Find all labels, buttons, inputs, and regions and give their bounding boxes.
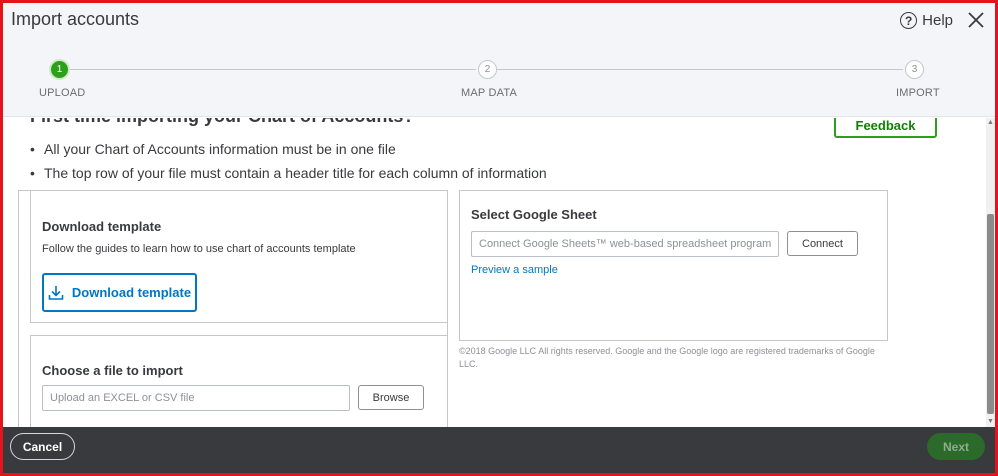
download-template-title: Download template [42,219,162,234]
browse-button[interactable]: Browse [358,385,424,410]
step-1-label: UPLOAD [39,87,86,99]
scrollbar-thumb[interactable] [987,214,994,414]
step-2-indicator: 2 [478,60,497,79]
download-template-card: Download template Follow the guides to l… [30,190,448,323]
progress-stepper: 1 UPLOAD 2 MAP DATA 3 IMPORT [3,43,995,117]
google-sheet-title: Select Google Sheet [471,207,597,222]
next-button[interactable]: Next [927,433,985,460]
cancel-button[interactable]: Cancel [10,433,75,460]
dialog-title: Import accounts [11,9,140,29]
instructions-list: All your Chart of Accounts information m… [30,140,547,188]
choose-file-title: Choose a file to import [42,363,183,378]
google-legal-notice: ©2018 Google LLC All rights reserved. Go… [459,346,875,369]
google-sheet-input[interactable] [471,231,779,257]
content-scrollbar[interactable]: ▲ ▼ [986,118,995,427]
download-icon [48,285,64,300]
upload-options-panel: Download template Follow the guides to l… [18,190,448,427]
dialog-header: Import accounts ? Help [3,3,995,43]
step-connector [70,69,476,70]
dialog-footer: Cancel Next [3,427,995,473]
page-heading: First time importing your Chart of Accou… [30,118,414,127]
choose-file-card: Choose a file to import Browse [30,335,448,427]
step-3-label: IMPORT [896,87,940,99]
step-3-indicator: 3 [905,60,924,79]
close-icon[interactable] [965,9,987,31]
feedback-button[interactable]: Feedback [834,118,937,138]
scroll-down-icon[interactable]: ▼ [986,417,995,427]
connect-button[interactable]: Connect [787,231,858,256]
content-area: First time importing your Chart of Accou… [3,118,987,427]
scroll-up-icon[interactable]: ▲ [986,118,995,128]
download-template-label: Download template [71,285,192,300]
help-label: Help [922,12,953,29]
help-icon: ? [900,12,918,29]
step-2-label: MAP DATA [461,87,517,99]
file-path-input[interactable] [42,385,350,411]
google-sheet-panel: Select Google Sheet Connect Preview a sa… [459,190,888,341]
help-button[interactable]: ? Help [900,12,953,29]
download-template-description: Follow the guides to learn how to use ch… [42,243,356,255]
download-template-button[interactable]: Download template [42,273,197,312]
step-1-indicator: 1 [49,59,70,80]
step-connector [497,69,903,70]
preview-sample-link[interactable]: Preview a sample [471,264,558,276]
list-item: The top row of your file must contain a … [30,164,547,188]
list-item: All your Chart of Accounts information m… [30,140,547,164]
